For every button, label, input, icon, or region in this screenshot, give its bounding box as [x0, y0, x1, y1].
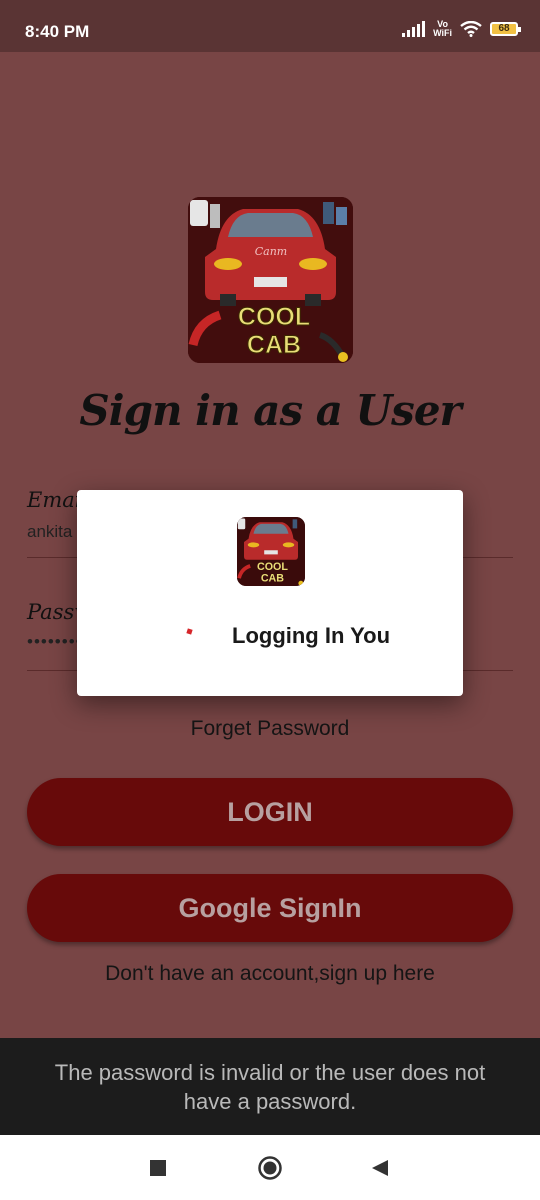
- signal-icon: [402, 21, 426, 37]
- circle-icon: [258, 1156, 282, 1180]
- dialog-logo: COOL CAB: [237, 517, 305, 586]
- loading-spinner-icon: [186, 628, 193, 635]
- svg-text:CAB: CAB: [247, 331, 301, 359]
- page-title: Sign in as a User: [79, 386, 461, 435]
- svg-text:Canm: Canm: [255, 245, 288, 258]
- home-button[interactable]: [255, 1153, 285, 1183]
- loading-dialog: COOL CAB Logging In You: [77, 490, 463, 696]
- error-toast: The password is invalid or the user does…: [0, 1038, 540, 1135]
- app-logo: Canm COOL CAB: [188, 197, 353, 363]
- svg-text:COOL: COOL: [257, 561, 288, 573]
- password-field[interactable]: ••••••••: [27, 632, 83, 652]
- forget-password-link[interactable]: Forget Password: [0, 717, 540, 741]
- dialog-message: Logging In You: [232, 623, 391, 648]
- status-bar: 8:40 PM Vo WiFi 68: [0, 0, 540, 52]
- back-button[interactable]: [365, 1153, 395, 1183]
- battery-icon: 68: [490, 22, 521, 36]
- navigation-bar: [0, 1135, 540, 1200]
- svg-text:CAB: CAB: [261, 573, 284, 585]
- status-time: 8:40 PM: [25, 22, 90, 41]
- vowifi-icon: Vo WiFi: [433, 19, 452, 38]
- login-button[interactable]: LOGIN: [27, 778, 513, 846]
- signup-link[interactable]: Don't have an account,sign up here: [0, 962, 540, 986]
- back-triangle-icon: [372, 1160, 388, 1176]
- svg-text:COOL: COOL: [238, 303, 310, 331]
- square-icon: [150, 1160, 166, 1176]
- recent-apps-button[interactable]: [143, 1153, 173, 1183]
- email-field[interactable]: ankita: [27, 522, 72, 542]
- status-icons: Vo WiFi 68: [402, 19, 521, 38]
- google-signin-button[interactable]: Google SignIn: [27, 874, 513, 942]
- wifi-icon: [460, 21, 482, 37]
